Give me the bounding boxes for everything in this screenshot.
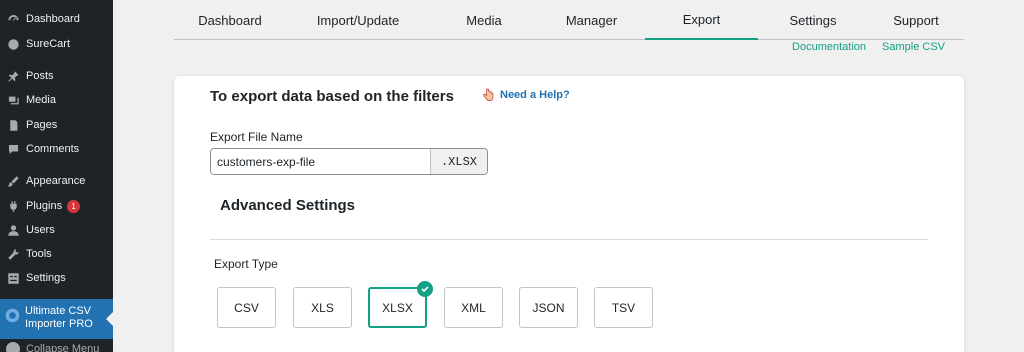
tab-settings[interactable]: Settings bbox=[758, 0, 868, 40]
export-type-xml-label: XML bbox=[461, 300, 486, 315]
sidebar-item-label: Pages bbox=[26, 119, 58, 131]
active-indicator-arrow bbox=[106, 312, 113, 326]
export-file-name-field: .XLSX bbox=[210, 148, 488, 175]
sidebar-item-label: Tools bbox=[26, 248, 52, 260]
plugin-icon bbox=[6, 199, 20, 213]
wrench-icon bbox=[6, 247, 20, 261]
sidebar-item-tools[interactable]: Tools bbox=[0, 243, 113, 265]
page-title: To export data based on the filters bbox=[210, 88, 454, 105]
plugins-update-badge: 1 bbox=[67, 199, 81, 213]
help-link[interactable]: Need a Help? bbox=[481, 88, 570, 102]
help-link-label: Need a Help? bbox=[500, 89, 570, 101]
sample-csv-link[interactable]: Sample CSV bbox=[882, 41, 945, 53]
sidebar-item-label: Dashboard bbox=[26, 13, 80, 25]
pages-icon bbox=[6, 118, 20, 132]
export-file-name-input[interactable] bbox=[211, 149, 430, 174]
export-type-json[interactable]: JSON bbox=[519, 287, 578, 328]
hand-icon bbox=[483, 88, 494, 101]
sidebar-item-label: SureCart bbox=[26, 38, 71, 50]
collapse-menu-label: Collapse Menu bbox=[26, 343, 100, 352]
sidebar-item-label: Appearance bbox=[26, 175, 86, 187]
tab-dashboard[interactable]: Dashboard bbox=[174, 0, 286, 40]
brush-icon bbox=[6, 174, 20, 188]
export-type-xls-label: XLS bbox=[311, 300, 334, 315]
sidebar-item-media[interactable]: Media bbox=[0, 89, 113, 111]
documentation-link[interactable]: Documentation bbox=[792, 41, 866, 53]
sidebar-item-posts[interactable]: Posts bbox=[0, 65, 113, 87]
tab-media[interactable]: Media bbox=[430, 0, 538, 40]
export-card: To export data based on the filters Need… bbox=[174, 76, 964, 352]
settings-icon bbox=[6, 271, 20, 285]
export-type-csv-label: CSV bbox=[234, 300, 259, 315]
sidebar-item-settings[interactable]: Settings bbox=[0, 267, 113, 289]
tab-export[interactable]: Export bbox=[645, 0, 758, 40]
tab-manager[interactable]: Manager bbox=[538, 0, 645, 40]
export-type-label: Export Type bbox=[214, 257, 278, 271]
file-extension-label: .XLSX bbox=[430, 149, 487, 174]
help-links: Documentation Sample CSV bbox=[792, 41, 945, 53]
sidebar-item-plugins[interactable]: Plugins 1 bbox=[0, 195, 113, 217]
sidebar-item-ultimate-csv-importer[interactable]: Ultimate CSV Importer PRO bbox=[0, 299, 113, 339]
export-type-xls[interactable]: XLS bbox=[293, 287, 352, 328]
export-type-csv[interactable]: CSV bbox=[217, 287, 276, 328]
users-icon bbox=[6, 223, 20, 237]
sidebar-item-pages[interactable]: Pages bbox=[0, 114, 113, 136]
export-type-json-label: JSON bbox=[532, 300, 565, 315]
export-file-name-label: Export File Name bbox=[210, 130, 303, 144]
sidebar-item-label: Users bbox=[26, 224, 55, 236]
collapse-icon bbox=[6, 342, 20, 352]
export-type-xlsx-label: XLSX bbox=[382, 300, 413, 315]
media-icon bbox=[6, 93, 20, 107]
checkmark-icon bbox=[417, 281, 433, 297]
plugin-tabs: Dashboard Import/Update Media Manager Ex… bbox=[174, 0, 964, 40]
sidebar-active-label-line2: Importer PRO bbox=[25, 318, 93, 330]
sidebar-item-comments[interactable]: Comments bbox=[0, 138, 113, 160]
tab-support[interactable]: Support bbox=[868, 0, 964, 40]
comments-icon bbox=[6, 142, 20, 156]
sidebar-item-surecart[interactable]: SureCart bbox=[0, 33, 113, 55]
export-type-xml[interactable]: XML bbox=[444, 287, 503, 328]
export-type-tsv[interactable]: TSV bbox=[594, 287, 653, 328]
sidebar-item-label: Media bbox=[26, 94, 56, 106]
sidebar-item-dashboard[interactable]: Dashboard bbox=[0, 8, 113, 30]
dashboard-icon bbox=[6, 12, 20, 26]
sidebar-item-label: Plugins bbox=[26, 200, 63, 212]
export-type-xlsx[interactable]: XLSX bbox=[368, 281, 433, 328]
surecart-icon bbox=[6, 37, 20, 51]
export-type-tsv-label: TSV bbox=[611, 300, 636, 315]
collapse-menu-button[interactable]: Collapse Menu bbox=[0, 342, 99, 352]
csv-importer-icon bbox=[4, 307, 21, 324]
advanced-settings-title: Advanced Settings bbox=[220, 197, 356, 214]
sidebar-item-users[interactable]: Users bbox=[0, 219, 113, 241]
sidebar-item-label: Posts bbox=[26, 70, 54, 82]
sidebar-item-label: Comments bbox=[26, 143, 80, 155]
pin-icon bbox=[6, 69, 20, 83]
sidebar-item-appearance[interactable]: Appearance bbox=[0, 170, 113, 192]
sidebar-active-label-line1: Ultimate CSV bbox=[25, 305, 92, 317]
tab-import-update[interactable]: Import/Update bbox=[286, 0, 430, 40]
section-divider bbox=[210, 239, 928, 240]
admin-sidebar: Dashboard SureCart Posts Media Pages Com… bbox=[0, 0, 113, 352]
sidebar-item-label: Settings bbox=[26, 272, 66, 284]
